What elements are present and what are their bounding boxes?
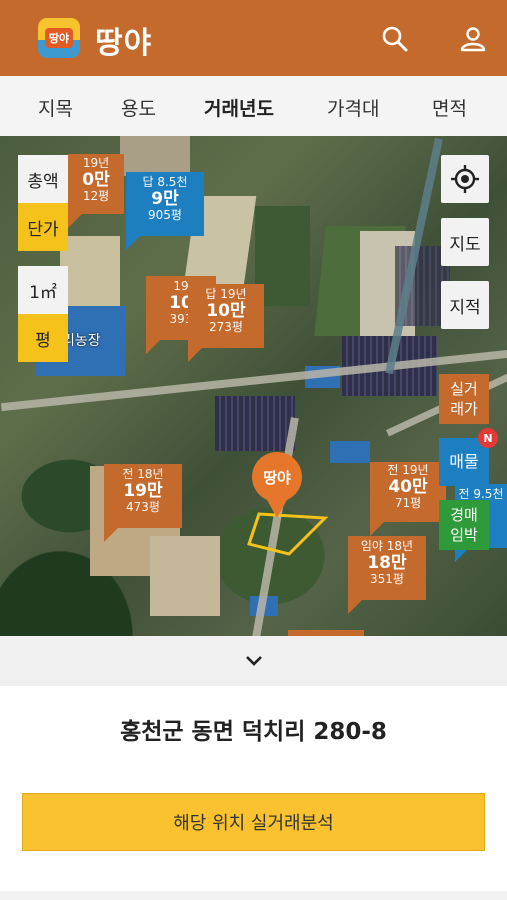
expand-panel-button[interactable] xyxy=(0,636,507,686)
new-badge: N xyxy=(478,428,498,448)
unit-price-button[interactable]: 단가 xyxy=(18,203,68,251)
tab-usage[interactable]: 용도 xyxy=(121,94,156,121)
my-location-button[interactable] xyxy=(441,155,489,203)
user-icon[interactable] xyxy=(458,24,488,54)
search-icon[interactable] xyxy=(380,24,410,54)
auction-button[interactable]: 경매 임박 xyxy=(439,500,489,550)
price-tag[interactable]: 전 18년 19만 473평 xyxy=(104,464,182,542)
tab-land-type[interactable]: 지목 xyxy=(38,94,73,121)
bottom-strip xyxy=(0,891,507,900)
map-solar-panels xyxy=(215,396,295,451)
tab-price-range[interactable]: 가격대 xyxy=(327,94,379,121)
center-pin-tip xyxy=(266,498,288,518)
sqm-unit-button[interactable]: 1㎡ xyxy=(18,266,68,314)
tab-area[interactable]: 면적 xyxy=(432,94,467,121)
total-price-button[interactable]: 총액 xyxy=(18,155,68,203)
price-tag[interactable]: 답 19년 10만 273평 xyxy=(188,284,264,362)
app-header: 땅야 땅야 xyxy=(0,0,507,76)
map-building xyxy=(330,441,370,463)
satellite-map[interactable]: 리농장 19년 0만 12평 답 8.5천 9만 905평 19 10 393 답 19년 1… xyxy=(0,136,507,636)
selected-address: 홍천군 동면 덕치리 280-8 xyxy=(120,719,387,745)
map-field xyxy=(150,536,220,616)
price-tag[interactable]: 전 19년 40만 71평 xyxy=(370,462,446,536)
map-layer-button[interactable]: 지도 xyxy=(441,218,489,266)
map-field xyxy=(120,136,190,176)
tab-trade-year[interactable]: 거래년도 xyxy=(204,94,274,121)
filter-tabs: 지목 용도 거래년도 가격대 면적 xyxy=(0,76,507,136)
cadastral-layer-button[interactable]: 지적 xyxy=(441,281,489,329)
price-tag[interactable]: 답 8.5천 9만 905평 xyxy=(126,172,204,250)
app-logo-icon[interactable]: 땅야 xyxy=(38,18,80,58)
price-tag[interactable]: 19년 0만 12평 xyxy=(68,154,124,228)
analyze-trade-button[interactable]: 해당 위치 실거래분석 xyxy=(22,793,485,851)
price-tag[interactable]: 임야 18년 18만 351평 xyxy=(348,536,426,614)
pyeong-unit-button[interactable]: 평 xyxy=(18,314,68,362)
real-trade-price-button[interactable]: 실거 래가 xyxy=(439,374,489,424)
crosshair-icon xyxy=(451,165,479,193)
center-pin-icon: 땅야 xyxy=(252,452,302,502)
chevron-down-icon xyxy=(245,656,262,666)
app-title: 땅야 xyxy=(95,26,153,61)
